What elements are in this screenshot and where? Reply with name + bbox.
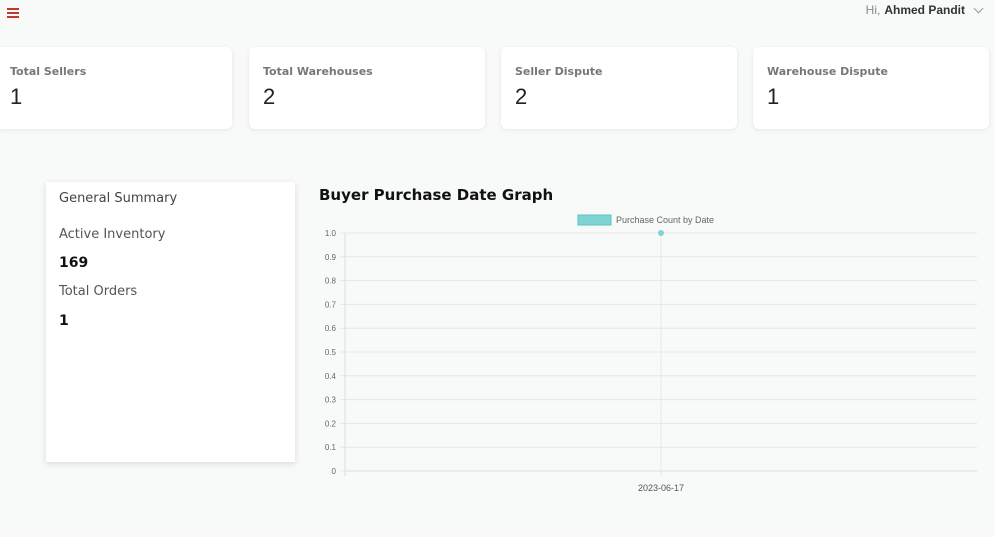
y-tick-label: 0.3: [325, 396, 337, 405]
y-tick-label: 0.2: [325, 419, 337, 428]
summary-title: General Summary: [59, 191, 178, 206]
stat-value: 1: [10, 84, 23, 109]
active-inventory-value: 169: [59, 255, 89, 271]
legend-label: Purchase Count by Date: [616, 215, 714, 225]
stat-value: 1: [767, 84, 780, 109]
stat-label: Total Sellers: [10, 65, 87, 78]
hamburger-menu-icon[interactable]: [7, 8, 19, 18]
active-inventory-label: Active Inventory: [59, 227, 166, 242]
user-name: Ahmed Pandit: [884, 3, 965, 17]
stat-label: Seller Dispute: [515, 65, 603, 78]
stat-card-seller-dispute: Seller Dispute 2: [501, 47, 737, 129]
y-tick-label: 0.5: [325, 348, 337, 357]
chart-title: Buyer Purchase Date Graph: [319, 186, 554, 204]
stat-value: 2: [263, 84, 276, 109]
stat-card-total-sellers: Total Sellers 1: [0, 47, 232, 129]
stat-card-warehouse-dispute: Warehouse Dispute 1: [753, 47, 989, 129]
data-point: [658, 230, 664, 236]
y-tick-label: 0.4: [325, 372, 337, 381]
y-tick-label: 0.9: [325, 253, 337, 262]
y-tick-label: 1.0: [325, 229, 337, 238]
greeting-text: Hi,: [865, 3, 881, 17]
total-orders-label: Total Orders: [59, 284, 138, 299]
y-tick-label: 0: [332, 467, 337, 476]
y-tick-label: 0.6: [325, 324, 337, 333]
purchase-date-chart: 0 0.1 0.2 0.3 0.4 0.5 0.6 0.7 0.8 0.9 1.0 2023-06-1…: [325, 214, 977, 493]
stat-card-total-warehouses: Total Warehouses 2: [249, 47, 485, 129]
total-orders-value: 1: [59, 313, 69, 329]
general-summary-panel: General Summary Active Inventory 169 Tot…: [46, 182, 295, 462]
user-menu[interactable]: Hi, Ahmed Pandit: [866, 3, 983, 17]
top-bar: Hi, Ahmed Pandit: [0, 0, 995, 30]
y-tick-label: 0.8: [325, 277, 337, 286]
legend-swatch: [577, 214, 612, 226]
stat-value: 2: [515, 84, 528, 109]
chevron-down-icon[interactable]: [975, 6, 983, 14]
stat-label: Total Warehouses: [263, 65, 373, 78]
x-tick-label: 2023-06-17: [638, 483, 684, 493]
y-tick-label: 0.7: [325, 300, 337, 309]
stat-label: Warehouse Dispute: [767, 65, 888, 78]
y-tick-label: 0.1: [325, 443, 337, 452]
